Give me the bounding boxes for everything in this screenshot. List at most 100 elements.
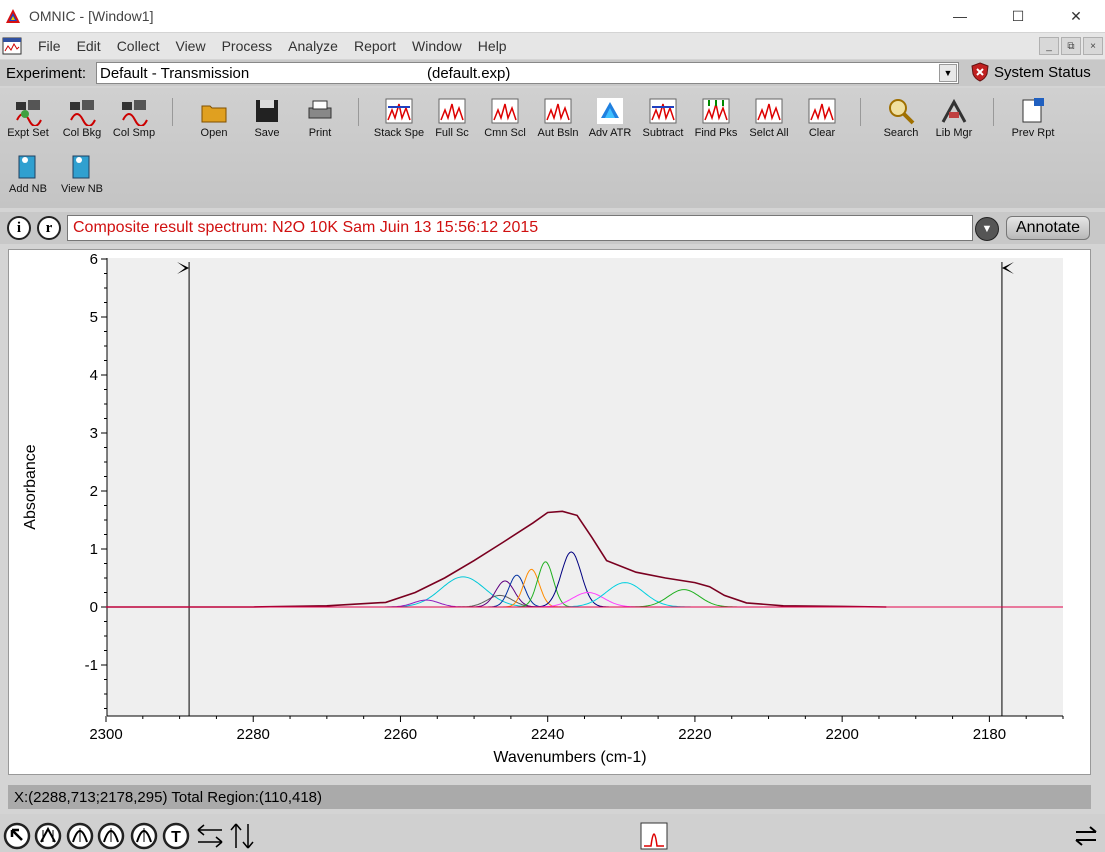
menu-edit[interactable]: Edit <box>69 38 109 54</box>
toolbar-button-label: Save <box>254 127 280 139</box>
menu-process[interactable]: Process <box>214 38 281 54</box>
menu-bar: File Edit Collect View Process Analyze R… <box>0 33 1105 59</box>
minimize-button[interactable]: — <box>931 0 989 32</box>
y-tick-label: 2 <box>90 483 98 500</box>
spectrum-dropdown-button[interactable]: ▼ <box>975 217 999 241</box>
corrected-peak-icon[interactable] <box>130 822 158 850</box>
vertical-expand-icon[interactable] <box>228 822 256 850</box>
maximize-button[interactable]: ☐ <box>989 0 1047 32</box>
toolbar-prev-rpt-button[interactable]: Prev Rpt <box>1006 88 1060 140</box>
toolbar-stack-spe-button[interactable]: Stack Spe <box>372 88 426 140</box>
y-tick-label: 3 <box>90 425 98 442</box>
toolbar-lib-mgr-button[interactable]: Lib Mgr <box>927 88 981 140</box>
results-button[interactable]: r <box>37 216 61 240</box>
save-disk-icon <box>256 100 278 122</box>
menu-file[interactable]: File <box>30 38 69 54</box>
menu-view[interactable]: View <box>167 38 213 54</box>
toolbar-search-button[interactable]: Search <box>874 88 928 140</box>
swap-arrows-icon[interactable] <box>1072 822 1100 850</box>
x-tick-label: 2200 <box>825 726 858 743</box>
mdi-close-button[interactable]: × <box>1083 37 1103 55</box>
col-smp-icon <box>122 100 148 126</box>
spectrum-title-field[interactable]: Composite result spectrum: N2O 10K Sam J… <box>67 215 973 241</box>
annotate-button[interactable]: Annotate <box>1006 216 1090 240</box>
toolbar-adv-atr-button[interactable]: Adv ATR <box>583 88 637 140</box>
mdi-restore-button[interactable]: ⧉ <box>1061 37 1081 55</box>
toolbar-expt-set-button[interactable]: Expt Set <box>1 88 55 140</box>
mdi-minimize-button[interactable]: _ <box>1039 37 1059 55</box>
y-tick-label: 4 <box>90 367 98 384</box>
toolbar-button-label: Print <box>308 127 332 139</box>
spectrum-info-bar: i r Composite result spectrum: N2O 10K S… <box>0 212 1105 244</box>
toolbar-open-button[interactable]: Open <box>187 88 241 140</box>
x-tick-label: 2260 <box>384 726 417 743</box>
menu-collect[interactable]: Collect <box>109 38 168 54</box>
toolbar-separator <box>358 98 359 126</box>
toolbar-button-label: Col Smp <box>112 127 156 139</box>
clear-icon <box>808 98 836 124</box>
toolbar-find-pks-button[interactable]: Find Pks <box>689 88 743 140</box>
toolbar-clear-button[interactable]: Clear <box>795 88 849 140</box>
spectrum-preview-icon[interactable] <box>640 822 668 850</box>
toolbar-save-button[interactable]: Save <box>240 88 294 140</box>
bottom-toolbar: T <box>0 814 1105 852</box>
x-tick-label: 2220 <box>678 726 711 743</box>
toolbar-view-nb-button[interactable]: View NB <box>55 144 109 196</box>
x-tick-label: 2180 <box>973 726 1006 743</box>
document-window-icon[interactable] <box>2 37 22 55</box>
toolbar-subtract-button[interactable]: Subtract <box>636 88 690 140</box>
toolbar-print-button[interactable]: Print <box>293 88 347 140</box>
spectrum-chart[interactable]: 6 5 4 3 2 1 0 -1 2300 2280 2260 2240 2220 2200 2180 Wav… <box>9 250 1092 776</box>
horizontal-expand-icon[interactable] <box>196 822 224 850</box>
select-all-icon <box>755 98 783 124</box>
menu-report[interactable]: Report <box>346 38 404 54</box>
preview-report-icon <box>1022 98 1044 123</box>
menu-window[interactable]: Window <box>404 38 470 54</box>
adv-atr-icon <box>597 98 623 124</box>
toolbar-full-sc-button[interactable]: Full Sc <box>425 88 479 140</box>
text-annotation-icon[interactable]: T <box>162 822 190 850</box>
menu-analyze[interactable]: Analyze <box>280 38 346 54</box>
toolbar-button-label: Subtract <box>642 127 684 139</box>
toolbar-button-label: View NB <box>61 183 103 195</box>
info-button[interactable]: i <box>7 216 31 240</box>
status-bar: X:(2288,713;2178,295) Total Region:(110,… <box>8 785 1091 809</box>
close-button[interactable]: ✕ <box>1047 0 1105 32</box>
experiment-bar: Experiment: Default - Transmission (defa… <box>0 60 1105 86</box>
open-folder-icon <box>201 105 227 123</box>
toolbar-button-label: Cmn Scl <box>484 127 526 139</box>
toolbar-col-bkg-button[interactable]: Col Bkg <box>55 88 109 140</box>
window-title: OMNIC - [Window1] <box>29 8 154 24</box>
printer-icon <box>308 100 332 119</box>
shield-icon <box>971 62 989 82</box>
toolbar-separator <box>860 98 861 126</box>
view-notebook-icon <box>72 155 90 179</box>
toolbar-aut-bsln-button[interactable]: Aut Bsln <box>531 88 585 140</box>
plot-area <box>107 258 1063 716</box>
toolbar-button-label: Find Pks <box>694 127 738 139</box>
chevron-down-icon[interactable]: ▼ <box>939 64 957 82</box>
toolbar-button-label: Full Sc <box>435 127 469 139</box>
toolbar-button-label: Search <box>883 127 919 139</box>
spectrum-plot[interactable]: 6 5 4 3 2 1 0 -1 2300 2280 2260 2240 2220 2200 2180 Wav… <box>8 249 1091 775</box>
toolbar-col-smp-button[interactable]: Col Smp <box>107 88 161 140</box>
pointer-arrow-icon[interactable] <box>3 822 31 850</box>
system-status-button[interactable]: System Status <box>970 62 1091 82</box>
x-tick-label: 2300 <box>89 726 122 743</box>
stack-spectra-icon <box>385 98 413 124</box>
toolbar-button-label: Selct All <box>749 127 789 139</box>
x-tick-label: 2280 <box>237 726 270 743</box>
auto-baseline-icon <box>544 98 572 124</box>
peak-area-icon[interactable] <box>97 822 125 850</box>
y-tick-label: -1 <box>85 657 98 674</box>
toolbar-cmn-scl-button[interactable]: Cmn Scl <box>478 88 532 140</box>
experiment-select[interactable]: Default - Transmission (default.exp) ▼ <box>96 62 959 84</box>
y-tick-label: 6 <box>90 251 98 268</box>
add-notebook-icon <box>18 155 36 179</box>
toolbar-add-nb-button[interactable]: Add NB <box>1 144 55 196</box>
toolbar-button-label: Adv ATR <box>588 127 632 139</box>
peak-height-icon[interactable] <box>66 822 94 850</box>
menu-help[interactable]: Help <box>470 38 515 54</box>
toolbar-selct-all-button[interactable]: Selct All <box>742 88 796 140</box>
region-tool-icon[interactable] <box>34 822 62 850</box>
